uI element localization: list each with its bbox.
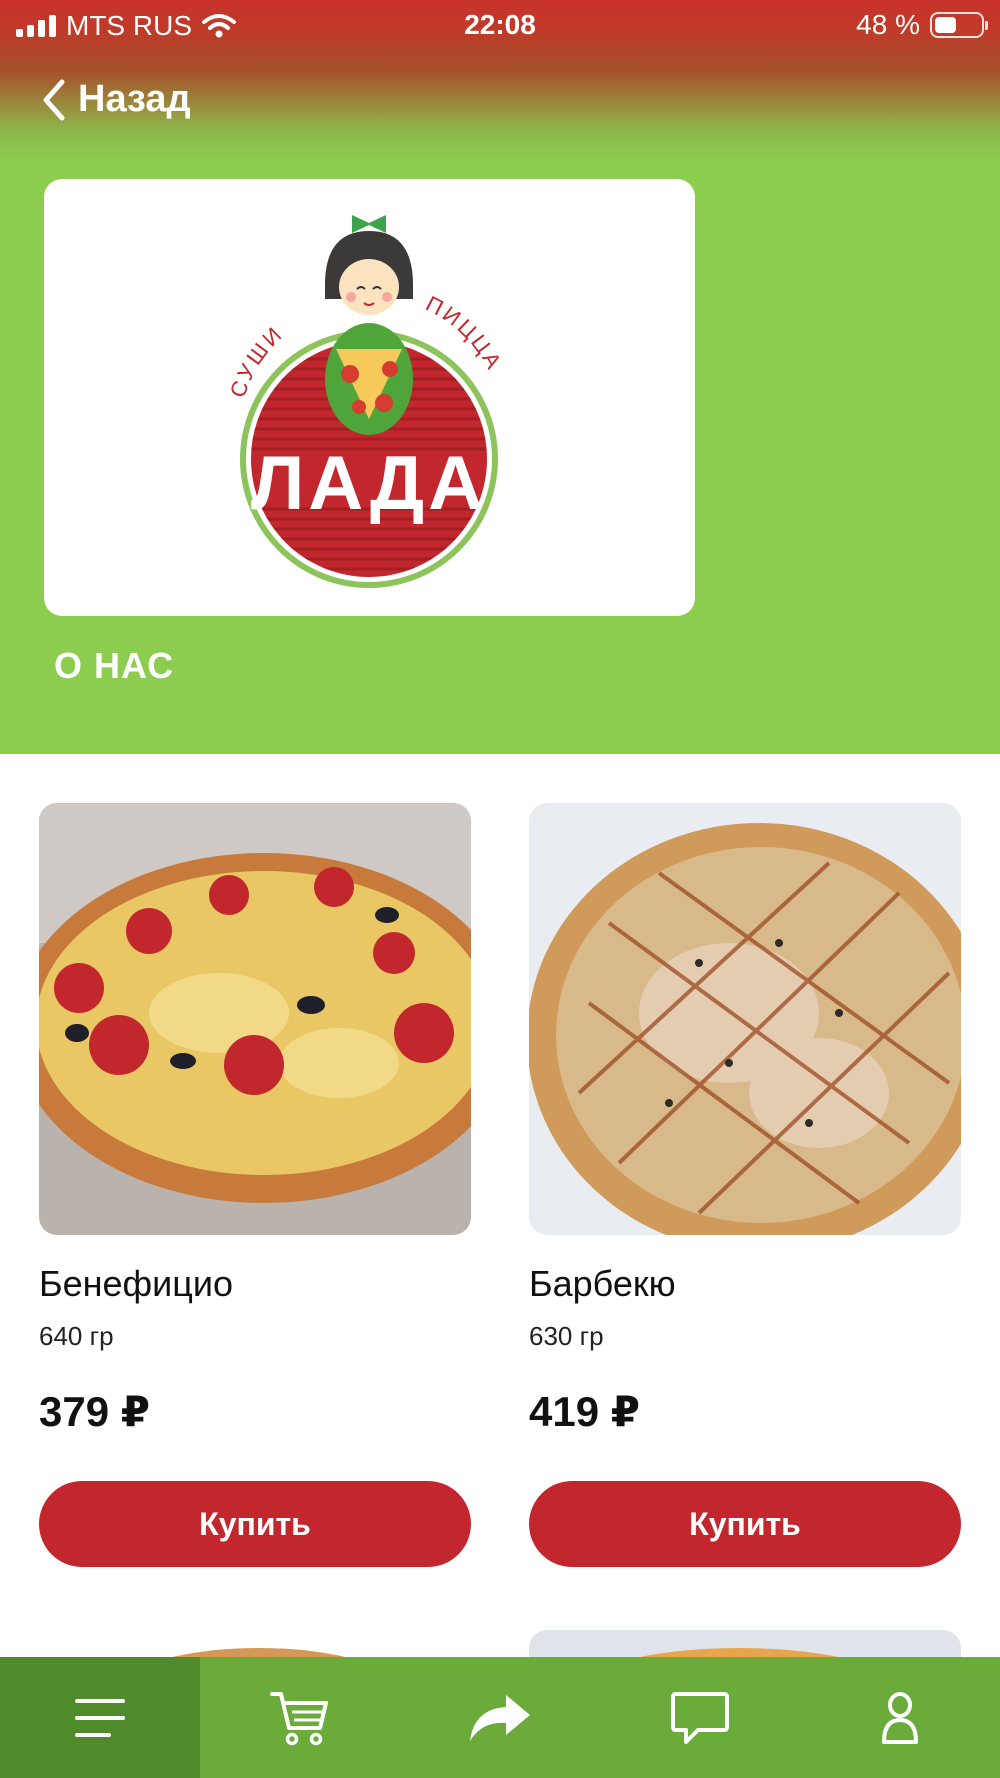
tab-profile[interactable] <box>800 1657 1000 1778</box>
cart-icon <box>270 1691 328 1745</box>
back-button[interactable]: Назад <box>42 78 191 121</box>
buy-button[interactable]: Купить <box>39 1481 471 1567</box>
product-price: 379 ₽ <box>39 1388 150 1435</box>
tab-share[interactable] <box>400 1657 600 1778</box>
product-weight: 630 гр <box>529 1321 604 1351</box>
brand-name: ЛАДА <box>251 441 487 526</box>
back-label: Назад <box>78 78 191 120</box>
brand-logo: СУШИ ПИЦЦА ЛАДА <box>225 215 505 588</box>
header: MTS RUS 22:08 48 % Назад СУШИ ПИЦЦА ЛАДА… <box>0 0 1000 754</box>
status-right: 48 % <box>856 9 988 41</box>
status-bar: MTS RUS 22:08 48 % <box>0 0 1000 50</box>
battery-icon <box>930 12 988 38</box>
brand-logo-card: СУШИ ПИЦЦА ЛАДА <box>44 179 695 616</box>
chevron-left-icon <box>43 79 65 120</box>
product-image[interactable] <box>529 803 961 1235</box>
battery-percent: 48 % <box>856 9 920 40</box>
menu-icon <box>75 1698 125 1737</box>
tab-menu[interactable] <box>0 1657 200 1778</box>
buy-button[interactable]: Купить <box>529 1481 961 1567</box>
product-image[interactable] <box>39 803 471 1235</box>
product-card[interactable]: Барбекю 630 гр 419 ₽ Купить <box>529 803 961 1567</box>
tab-chat[interactable] <box>600 1657 800 1778</box>
product-price: 419 ₽ <box>529 1388 640 1435</box>
share-icon <box>470 1694 530 1741</box>
product-card[interactable]: Бенефицио 640 гр 379 ₽ Купить <box>39 803 471 1567</box>
product-title: Бенефицио <box>39 1263 234 1304</box>
chat-icon <box>671 1691 729 1744</box>
about-link[interactable]: О НАС <box>54 645 174 687</box>
clock: 22:08 <box>464 9 536 40</box>
profile-icon <box>882 1691 918 1744</box>
tab-cart[interactable] <box>200 1657 400 1778</box>
product-title: Барбекю <box>529 1263 676 1304</box>
product-weight: 640 гр <box>39 1321 114 1351</box>
tab-bar <box>0 1657 1000 1778</box>
